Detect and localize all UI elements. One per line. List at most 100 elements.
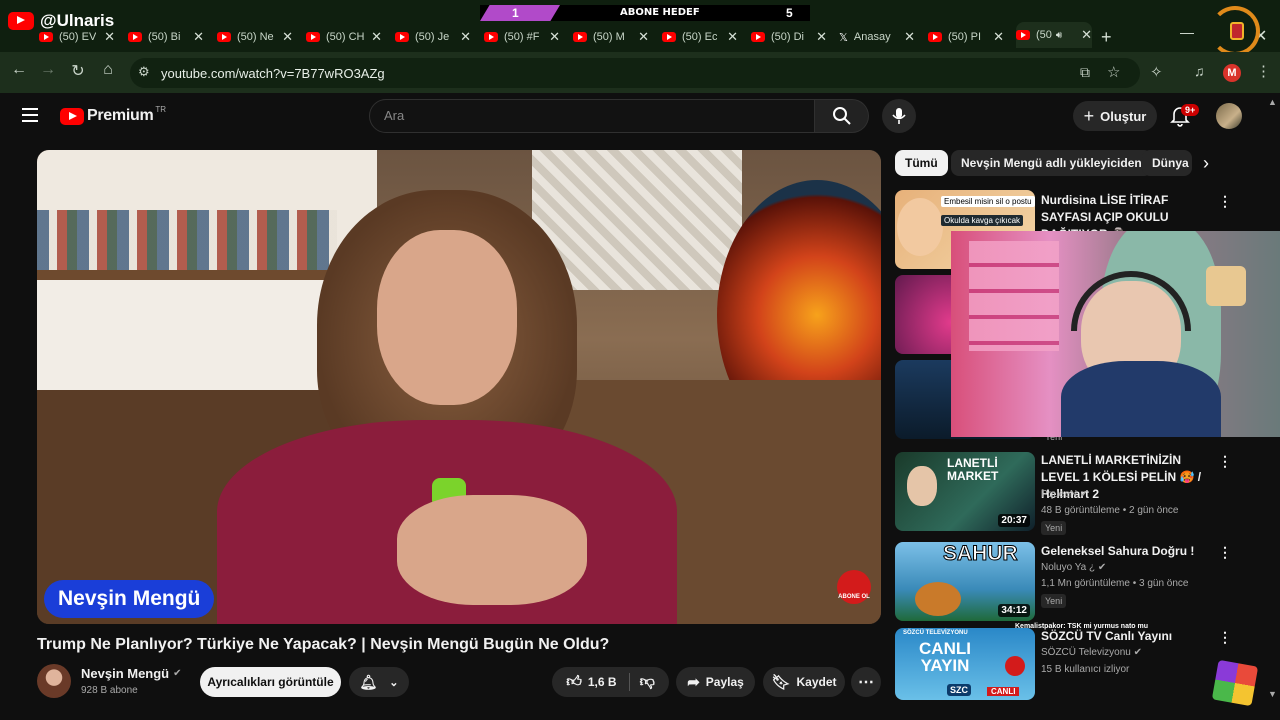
tab-title: (50) Ne — [237, 31, 274, 43]
guide-menu-icon[interactable] — [22, 108, 38, 122]
media-control-icon[interactable]: ♫ — [1194, 63, 1205, 79]
scroll-down-arrow-icon[interactable]: ▼ — [1268, 689, 1277, 699]
recommendation-channel[interactable]: PqueeN ✔ — [1041, 489, 1088, 500]
browser-tab[interactable]: 𝕏 Anasay ✕ — [839, 26, 915, 48]
browser-tab[interactable]: (50) Je ✕ — [395, 26, 471, 48]
scroll-up-arrow-icon[interactable]: ▲ — [1268, 97, 1277, 107]
subscribe-watermark[interactable]: ABONE OL — [837, 570, 871, 604]
share-button[interactable]: ➦ Paylaş — [676, 667, 755, 697]
lower-third-name-tag: Nevşin Mengü — [44, 580, 215, 618]
account-avatar[interactable] — [1216, 103, 1242, 129]
browser-tab[interactable]: (50) Ne ✕ — [217, 26, 293, 48]
close-tab-icon[interactable]: ✕ — [282, 29, 293, 45]
browser-tab[interactable]: (50) CH ✕ — [306, 26, 382, 48]
share-label: Paylaş — [705, 675, 744, 689]
new-tab-button[interactable]: + — [1101, 27, 1112, 48]
recommendation-thumbnail[interactable]: SAHUR 34:12 — [895, 542, 1035, 621]
search-button[interactable] — [815, 99, 869, 133]
channel-avatar[interactable] — [37, 664, 71, 698]
close-tab-icon[interactable]: ✕ — [371, 29, 382, 45]
kebab-menu-icon[interactable]: ⋮ — [1218, 453, 1232, 470]
youtube-icon — [928, 32, 942, 42]
youtube-icon — [484, 32, 498, 42]
install-app-icon[interactable]: ⧉ — [1080, 64, 1090, 81]
browser-tab[interactable]: (50) #F ✕ — [484, 26, 560, 48]
bookmark-icon: 🔖︎ — [771, 674, 791, 691]
chevron-right-icon[interactable]: › — [1203, 153, 1209, 174]
kebab-menu-icon[interactable]: ⋮ — [1218, 629, 1232, 646]
tab-title: (50) Bi — [148, 31, 181, 43]
save-button[interactable]: 🔖︎ Kaydet — [763, 667, 845, 697]
recommendation-thumbnail[interactable]: SÖZCÜ TELEVİZYONU CANLI YAYIN SZC CANLI — [895, 628, 1035, 700]
like-button[interactable]: 👍︎ 1,6 B — [566, 673, 630, 691]
close-tab-icon[interactable]: ✕ — [104, 29, 115, 45]
tab-title: (50) Di — [771, 31, 805, 43]
recommendation-title[interactable]: SÖZCÜ TV Canlı Yayını — [1041, 628, 1213, 645]
reload-icon[interactable]: ↻ — [67, 61, 89, 81]
extensions-icon[interactable]: ✧ — [1150, 63, 1163, 81]
subscriber-goal-banner: 1 ABONE HEDEF 5 — [480, 5, 810, 21]
close-tab-icon[interactable]: ✕ — [904, 29, 915, 45]
notifications-badge: 9+ — [1181, 104, 1200, 116]
channel-name[interactable]: Nevşin Mengü ✔ — [81, 666, 182, 681]
video-player[interactable]: Nevşin Mengü ABONE OL — [37, 150, 881, 624]
back-arrow-icon[interactable]: ← — [8, 61, 30, 79]
close-tab-icon[interactable]: ✕ — [993, 29, 1004, 45]
more-actions-button[interactable]: ⋯ — [851, 667, 881, 697]
close-tab-icon[interactable]: ✕ — [727, 29, 738, 45]
close-tab-icon[interactable]: ✕ — [549, 29, 560, 45]
chip-uploader[interactable]: Nevşin Mengü adlı yükleyiciden — [951, 150, 1152, 176]
plus-icon: + — [1083, 105, 1095, 126]
url-text[interactable]: youtube.com/watch?v=7B77wRO3AZg — [161, 66, 385, 81]
recommendation-thumbnail[interactable]: LANETLİ MARKET 20:37 — [895, 452, 1035, 531]
bookmark-star-icon[interactable]: ☆ — [1107, 63, 1120, 81]
memberships-button[interactable]: Ayrıcalıkları görüntüle — [200, 667, 341, 697]
search-input[interactable]: Ara — [369, 99, 815, 133]
goal-label: ABONE HEDEF — [620, 7, 700, 18]
browser-tab[interactable]: (50) PI ✕ — [928, 26, 1004, 48]
search-icon — [833, 107, 851, 125]
recommendation-meta: 48 B görüntüleme • 2 gün önce — [1041, 505, 1179, 516]
forward-arrow-icon[interactable]: → — [37, 61, 59, 79]
youtube-icon — [8, 12, 34, 30]
close-tab-icon[interactable]: ✕ — [1081, 27, 1092, 43]
tab-title: (50) CH — [326, 31, 364, 43]
close-tab-icon[interactable]: ✕ — [638, 29, 649, 45]
browser-tab[interactable]: (50) Bi ✕ — [128, 26, 204, 48]
tab-title: (50) #F — [504, 31, 540, 43]
subscriber-count: 928 B abone — [81, 685, 138, 696]
x-icon: 𝕏 — [839, 31, 848, 44]
close-tab-icon[interactable]: ✕ — [816, 29, 827, 45]
browser-tab[interactable]: (50 🔊︎ ✕ — [1016, 22, 1092, 48]
dislike-button[interactable]: 👎︎ — [630, 673, 655, 691]
chip-world[interactable]: Dünya — [1142, 150, 1192, 176]
browser-tab[interactable]: (50) Di ✕ — [751, 26, 827, 48]
recommendation-meta: 1,1 Mn görüntüleme • 3 gün önce — [1041, 578, 1189, 589]
verified-check-icon: ✔ — [1133, 647, 1143, 658]
verified-check-icon: ✔ — [173, 668, 182, 679]
close-tab-icon[interactable]: ✕ — [193, 29, 204, 45]
create-button[interactable]: + Oluştur — [1073, 101, 1157, 131]
recommendation-channel[interactable]: Noluyo Ya ¿ ✔ — [1041, 562, 1106, 573]
browser-tab[interactable]: (50) EV ✕ — [39, 26, 115, 48]
youtube-premium-logo[interactable]: Premium TR — [60, 105, 166, 125]
recommendation-channel[interactable]: SÖZCÜ Televizyonu ✔ — [1041, 647, 1142, 658]
voice-search-button[interactable] — [882, 99, 916, 133]
minimize-button[interactable]: — — [1180, 24, 1194, 40]
profile-avatar[interactable]: M — [1223, 64, 1241, 82]
kebab-menu-icon[interactable]: ⋮ — [1218, 193, 1232, 210]
kebab-menu-icon[interactable]: ⋮ — [1218, 544, 1232, 561]
browser-menu-icon[interactable]: ⋮ — [1256, 62, 1271, 80]
youtube-icon — [128, 32, 142, 42]
verified-check-icon: ✔ — [1097, 562, 1107, 573]
site-info-icon[interactable]: ⚙ — [138, 64, 150, 80]
browser-tab[interactable]: (50) M ✕ — [573, 26, 649, 48]
youtube-icon — [662, 32, 676, 42]
close-tab-icon[interactable]: ✕ — [460, 29, 471, 45]
browser-tab[interactable]: (50) Ec ✕ — [662, 26, 738, 48]
streamer-webcam-overlay — [951, 231, 1280, 437]
recommendation-title[interactable]: Geleneksel Sahura Doğru ! — [1041, 543, 1213, 560]
subscription-bell-button[interactable]: 🔔︎ ⌄ — [349, 667, 409, 697]
home-icon[interactable]: ⌂ — [97, 61, 119, 79]
chip-all[interactable]: Tümü — [895, 150, 948, 176]
